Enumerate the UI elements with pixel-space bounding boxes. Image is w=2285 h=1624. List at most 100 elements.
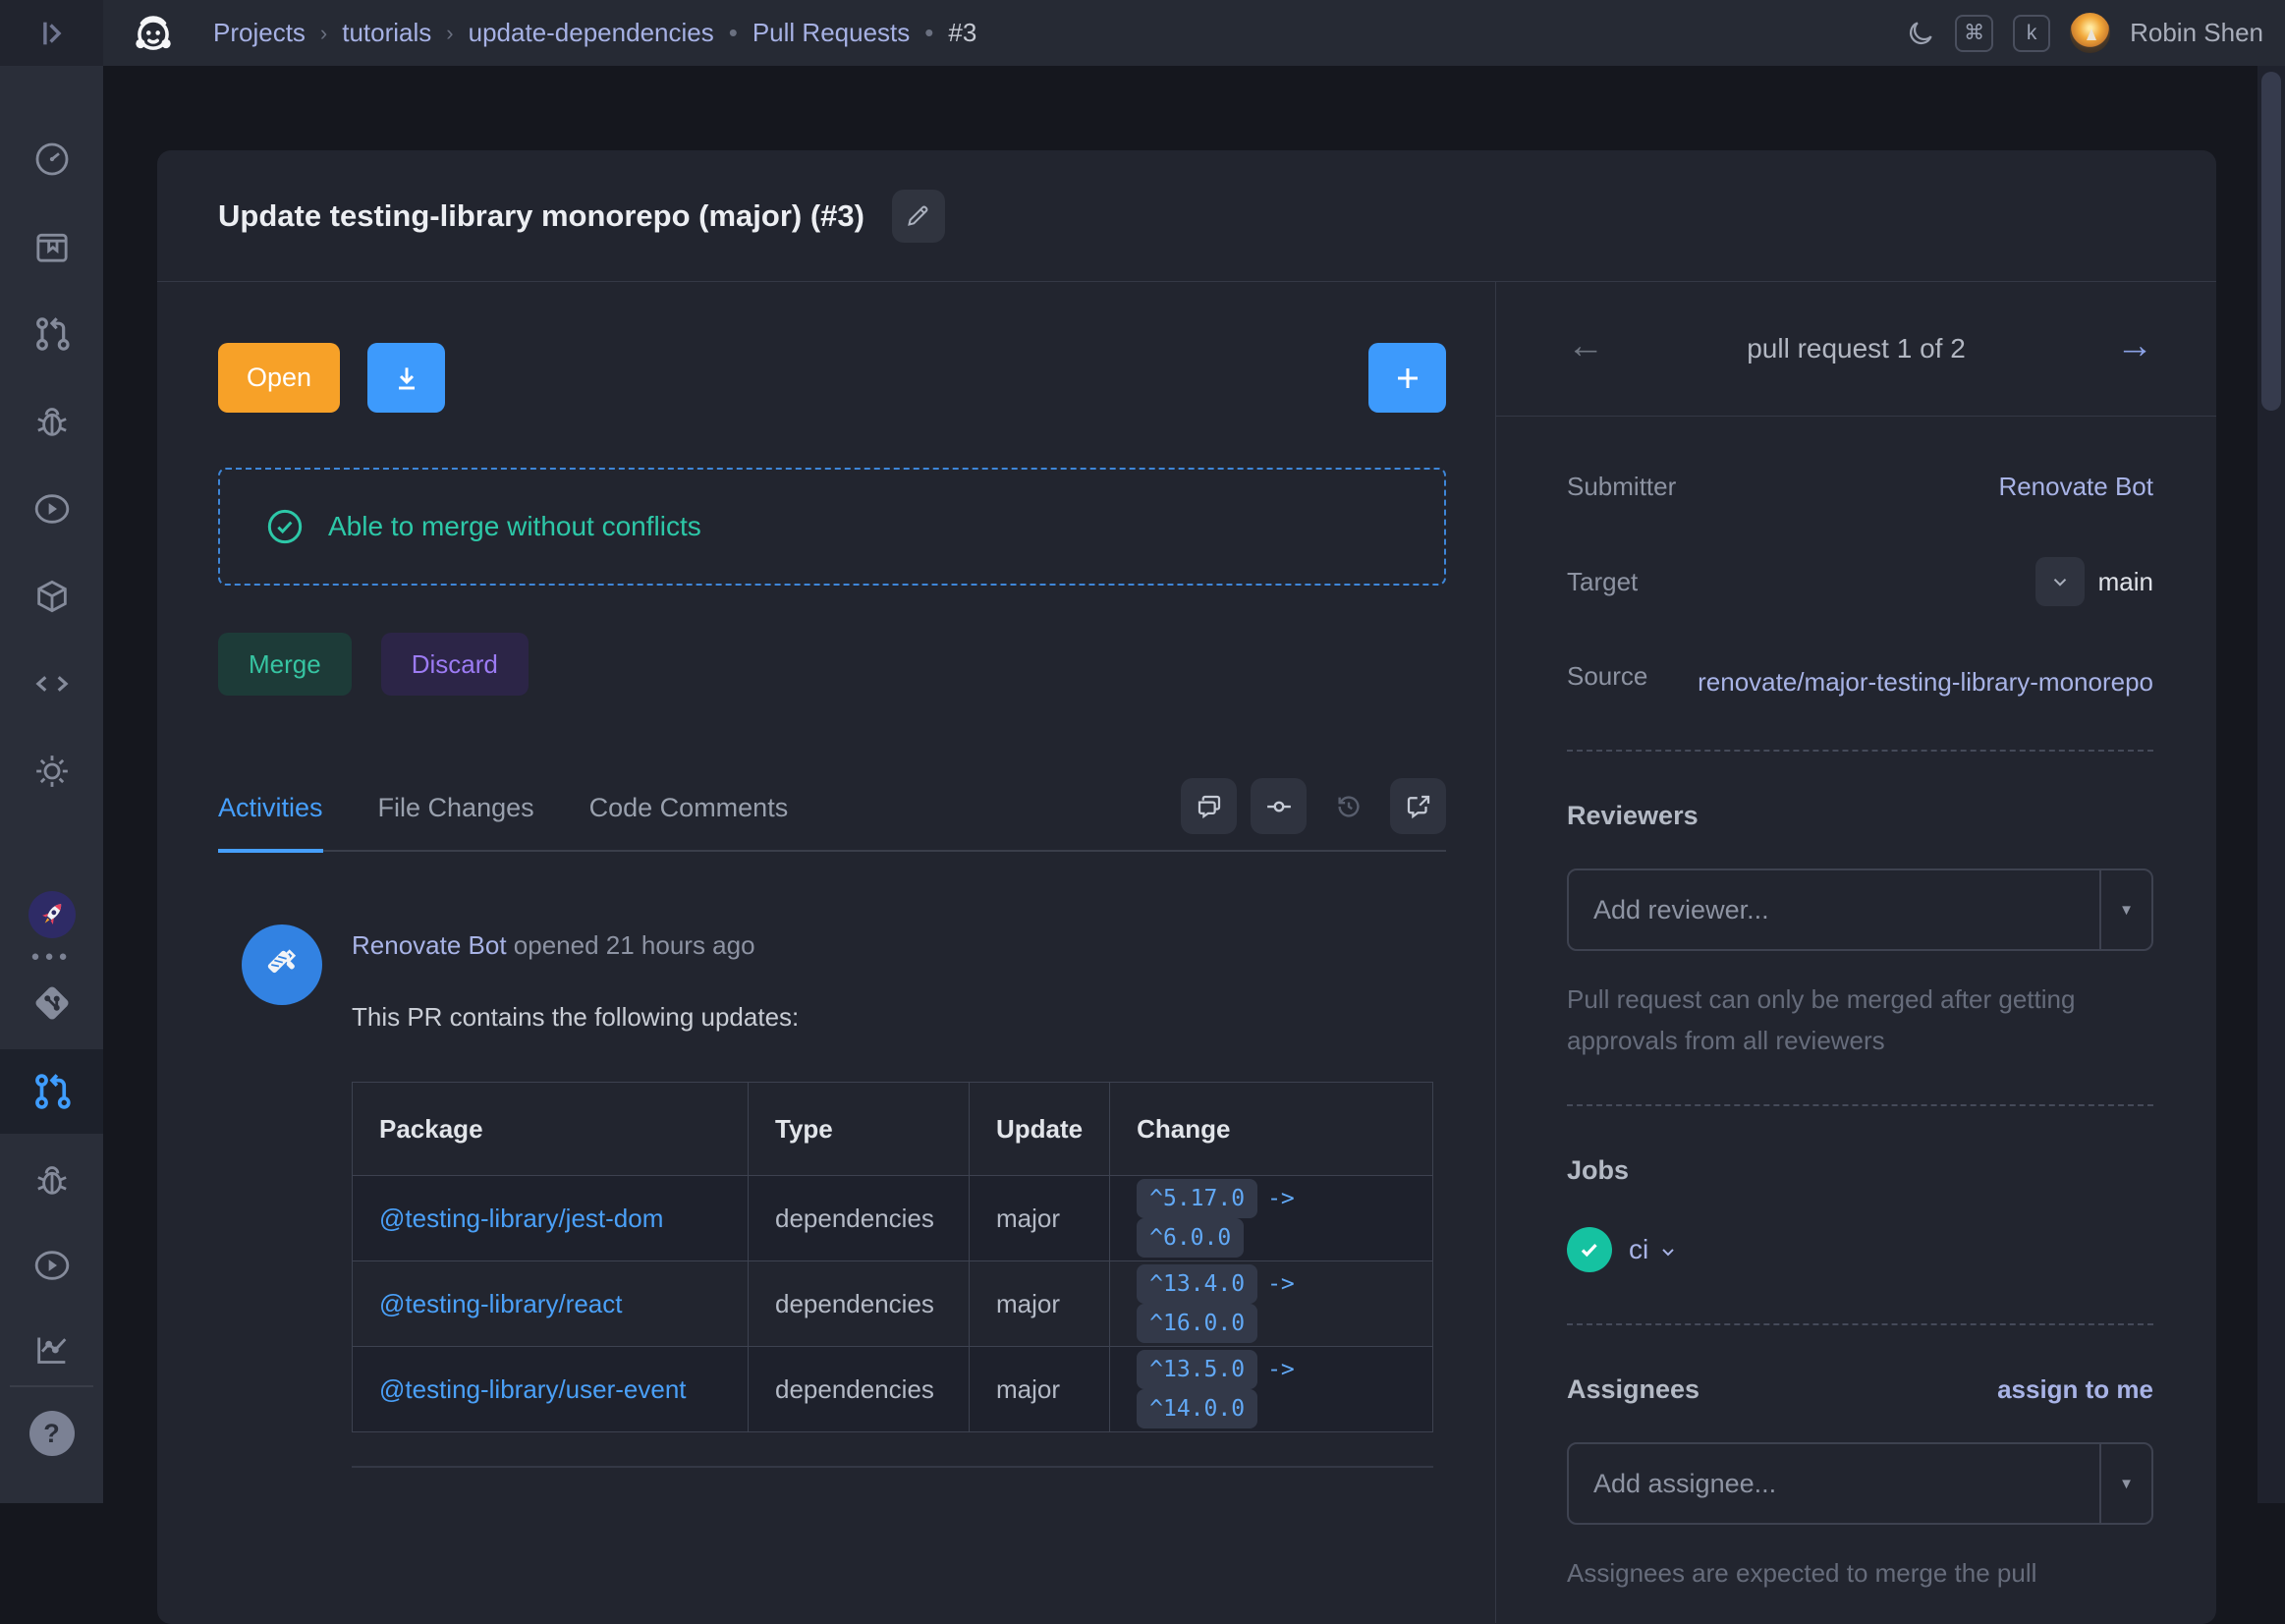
open-comment-external-button[interactable] <box>1390 778 1446 834</box>
add-reviewer-placeholder: Add reviewer... <box>1569 870 2099 949</box>
add-comment-button[interactable] <box>1368 343 1446 413</box>
show-commits-button[interactable] <box>1251 778 1307 834</box>
sidebar-item-pull-requests[interactable] <box>32 314 72 354</box>
download-patch-button[interactable] <box>367 343 445 413</box>
comment-intro-text: This PR contains the following updates: <box>352 1002 1433 1033</box>
breadcrumb-dot-icon: • <box>729 18 738 48</box>
sidebar-item-settings[interactable] <box>32 752 72 791</box>
user-avatar[interactable] <box>2070 13 2110 53</box>
assignees-help-text: Assignees are expected to merge the pull <box>1567 1552 2153 1594</box>
merge-button[interactable]: Merge <box>218 633 352 696</box>
collapse-sidebar-icon <box>35 17 69 50</box>
previous-pr-arrow-icon[interactable]: ← <box>1567 325 1604 367</box>
source-branch-link[interactable]: renovate/major-testing-library-monorepo <box>1692 661 2153 702</box>
comment-body: Renovate Bot opened 21 hours ago This PR… <box>352 924 1433 1468</box>
version-to: ^6.0.0 <box>1137 1218 1244 1258</box>
comments-icon <box>1195 792 1224 821</box>
tab-toolbar <box>1181 778 1446 834</box>
pr-side-panel: ← pull request 1 of 2 → Submitter Renova… <box>1496 282 2216 1623</box>
breadcrumb-pull-requests[interactable]: Pull Requests <box>752 18 910 48</box>
sidebar-item-stats[interactable] <box>32 1330 72 1370</box>
help-icon[interactable]: ? <box>29 1411 75 1456</box>
tab-file-changes[interactable]: File Changes <box>378 793 534 853</box>
job-success-icon <box>1567 1227 1612 1272</box>
activity-comment: Renovate Bot opened 21 hours ago This PR… <box>218 924 1446 1468</box>
source-row: Source renovate/major-testing-library-mo… <box>1567 661 2153 702</box>
sidebar-item-packages[interactable] <box>32 577 72 616</box>
merge-actions: Merge Discard <box>218 633 1446 696</box>
add-assignee-select[interactable]: Add assignee... ▼ <box>1567 1442 2153 1525</box>
breadcrumb-separator-icon: › <box>446 21 453 46</box>
sidebar-item-dashboard[interactable] <box>32 140 72 179</box>
shortcut-k-key: k <box>2013 15 2050 52</box>
version-arrow: -> <box>1267 1357 1295 1382</box>
renovate-bot-avatar[interactable] <box>242 924 322 1005</box>
submitter-link[interactable]: Renovate Bot <box>1998 472 2153 502</box>
book-bookmark-icon <box>32 227 72 266</box>
update-cell: major <box>970 1347 1110 1432</box>
package-link[interactable]: @testing-library/react <box>379 1289 622 1318</box>
sidebar-item-repository[interactable] <box>32 227 72 266</box>
page-scrollbar[interactable] <box>2257 66 2285 1503</box>
select-dropdown-icon[interactable]: ▼ <box>2099 870 2151 949</box>
dark-mode-toggle-icon[interactable] <box>1906 19 1935 48</box>
assignees-heading-row: Assignees assign to me <box>1567 1374 2153 1405</box>
topbar-actions: ⌘ k Robin Shen <box>1906 13 2285 53</box>
breadcrumb: Projects › tutorials › update-dependenci… <box>213 18 976 48</box>
reviewers-help-text: Pull request can only be merged after ge… <box>1567 979 2153 1061</box>
edit-title-button[interactable] <box>892 190 945 243</box>
app-logo-icon[interactable] <box>129 9 178 58</box>
project-avatar[interactable] <box>28 891 76 938</box>
target-label: Target <box>1567 567 1638 597</box>
code-icon <box>32 664 72 703</box>
section-divider <box>1567 1104 2153 1106</box>
history-button[interactable] <box>1320 778 1376 834</box>
assign-to-me-link[interactable]: assign to me <box>1997 1374 2153 1405</box>
table-row: @testing-library/react dependencies majo… <box>353 1261 1433 1347</box>
job-row-ci: ci <box>1567 1227 2153 1272</box>
rocket-icon <box>35 898 69 931</box>
add-reviewer-select[interactable]: Add reviewer... ▼ <box>1567 868 2153 951</box>
tab-activities[interactable]: Activities <box>218 793 323 853</box>
chevron-down-icon <box>2049 571 2071 592</box>
job-ci-link[interactable]: ci <box>1629 1234 1678 1265</box>
pr-main-column: Open Able to merge <box>157 282 1495 1623</box>
sidebar-item-project-issues[interactable] <box>32 1160 72 1200</box>
breadcrumb-tutorials[interactable]: tutorials <box>342 18 431 48</box>
user-name[interactable]: Robin Shen <box>2130 18 2263 48</box>
tab-code-comments[interactable]: Code Comments <box>589 793 789 853</box>
type-cell: dependencies <box>749 1261 970 1347</box>
breadcrumb-projects[interactable]: Projects <box>213 18 306 48</box>
comment-author-link[interactable]: Renovate Bot <box>352 930 507 960</box>
section-divider <box>1567 750 2153 752</box>
table-header-row: Package Type Update Change <box>353 1083 1433 1176</box>
chevron-down-icon[interactable] <box>1658 1242 1678 1261</box>
status-badge: Open <box>218 343 340 413</box>
sidebar-item-issues[interactable] <box>32 402 72 441</box>
sidebar-collapse-button[interactable] <box>0 0 103 66</box>
pull-request-card: Update testing-library monorepo (major) … <box>157 150 2216 1624</box>
sidebar-item-project-builds[interactable] <box>32 1246 72 1285</box>
scrollbar-thumb[interactable] <box>2261 72 2281 411</box>
play-circle-icon <box>32 1246 72 1285</box>
sidebar-item-code[interactable] <box>32 664 72 703</box>
sidebar-item-git[interactable] <box>31 982 73 1024</box>
target-branch-dropdown[interactable] <box>2035 557 2085 606</box>
select-dropdown-icon[interactable]: ▼ <box>2099 1444 2151 1523</box>
type-cell: dependencies <box>749 1347 970 1432</box>
package-link[interactable]: @testing-library/jest-dom <box>379 1204 663 1233</box>
submitter-label: Submitter <box>1567 472 1676 502</box>
sidebar-item-pull-requests-active[interactable] <box>0 1049 103 1134</box>
sidebar-item-builds[interactable] <box>32 489 72 529</box>
column-header-update: Update <box>970 1083 1110 1176</box>
page-title: Update testing-library monorepo (major) … <box>218 198 864 234</box>
discard-button[interactable]: Discard <box>381 633 529 696</box>
show-comments-button[interactable] <box>1181 778 1237 834</box>
breadcrumb-project[interactable]: update-dependencies <box>469 18 714 48</box>
pr-navigation: ← pull request 1 of 2 → <box>1496 282 2216 417</box>
more-icon[interactable]: ●●● <box>30 948 72 965</box>
next-pr-arrow-icon[interactable]: → <box>2116 325 2153 367</box>
package-link[interactable]: @testing-library/user-event <box>379 1374 687 1404</box>
gear-icon <box>32 752 72 791</box>
breadcrumb-separator-icon: › <box>320 21 327 46</box>
